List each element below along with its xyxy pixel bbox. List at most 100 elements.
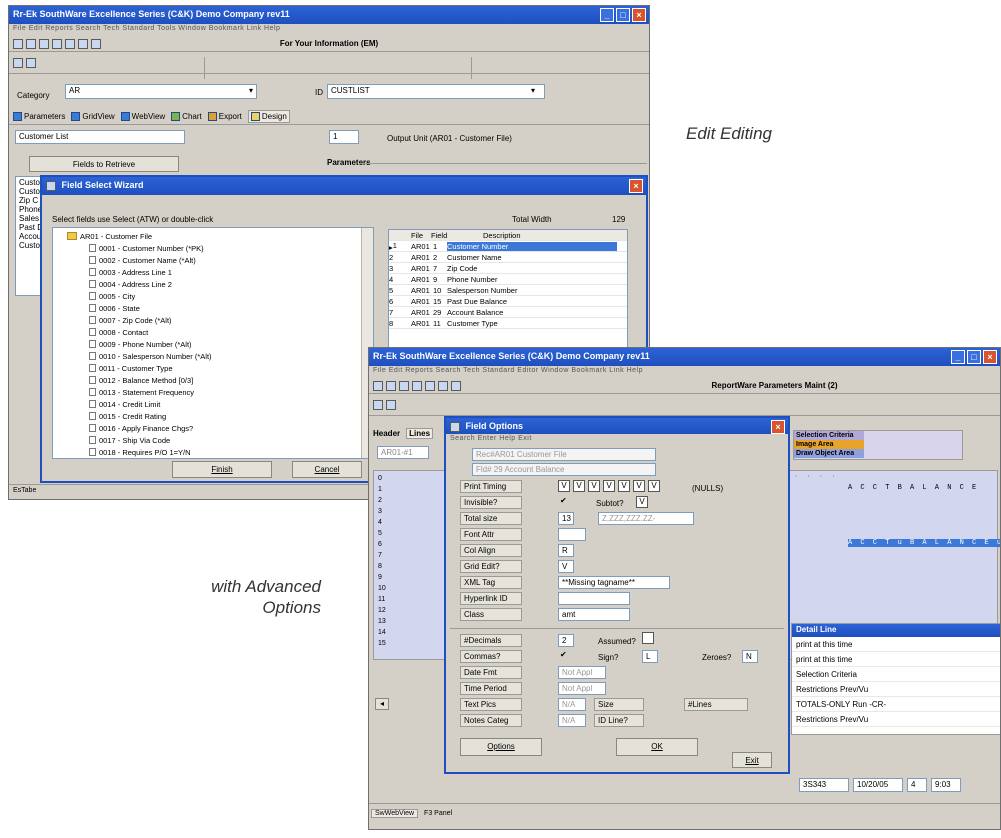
report-name-field[interactable]: Customer List [15,130,185,144]
detail-menu-item[interactable]: Selection Criteria [792,667,1000,682]
tab-export[interactable]: Export [207,112,242,121]
maximize-icon[interactable]: □ [967,350,981,364]
close-icon[interactable]: × [983,350,997,364]
id-select[interactable]: CUSTLIST [327,84,545,99]
tab-lines[interactable]: Lines [406,428,434,439]
field-options-titlebar[interactable]: Field Options × [446,418,788,434]
output-unit-number[interactable]: 1 [329,130,359,144]
print-timing-check[interactable]: V [558,480,570,492]
print-timing-check[interactable]: V [603,480,615,492]
field-tree[interactable]: AR01 - Customer File 0001 - Customer Num… [52,227,374,459]
dialog-menu[interactable]: Search Enter Help Exit [446,434,788,446]
tree-item[interactable]: 0013 - Statement Frequency [89,386,371,398]
wizard-titlebar[interactable]: Field Select Wizard × [42,177,646,195]
minimize-icon[interactable]: _ [951,350,965,364]
invisible-check[interactable]: ✔ [560,496,567,505]
detail-menu-item[interactable]: Restrictions Prev/Vu [792,682,1000,697]
exit-button[interactable]: Exit [732,752,772,768]
scroll-left-button[interactable]: ◂ [375,698,389,710]
notes-categ-field[interactable]: N/A [558,714,586,727]
tree-item[interactable]: 0003 - Address Line 1 [89,266,371,278]
detail-menu-item[interactable]: TOTALS-ONLY Run -CR- [792,697,1000,712]
print-timing-check[interactable]: V [588,480,600,492]
tab-header[interactable]: Header [373,429,400,438]
tree-item[interactable]: 0014 - Credit Limit [89,398,371,410]
tree-item[interactable]: 0017 - Ship Via Code [89,434,371,446]
tree-item[interactable]: 0007 - Zip Code (*Alt) [89,314,371,326]
print-timing-check[interactable]: V [648,480,660,492]
print-preview-icon[interactable] [26,57,36,68]
tab-chart[interactable]: Chart [171,112,202,121]
tree-item[interactable]: 0004 - Address Line 2 [89,278,371,290]
tab-swwebview[interactable]: SwWebView [371,809,419,818]
print-timing-check[interactable]: V [573,480,585,492]
maximize-icon[interactable]: □ [616,8,630,22]
grid-icon[interactable] [13,57,23,68]
tree-item[interactable]: 0015 - Credit Rating [89,410,371,422]
menu-bar[interactable]: File Edit Reports Search Tech Standard E… [369,366,1000,378]
col-align-field[interactable]: R [558,544,574,557]
chevron-down-icon[interactable]: ▾ [249,86,253,95]
detail-line-titlebar[interactable]: Detail Line [792,624,1000,637]
line-field[interactable]: AR01-#1 [377,446,429,459]
font-attr-field[interactable] [558,528,586,541]
minimize-icon[interactable]: _ [600,8,614,22]
tree-item[interactable]: 0011 - Customer Type [89,362,371,374]
tab-f3-panel[interactable]: F3 Panel [424,810,452,817]
close-icon[interactable]: × [629,179,643,193]
tree-item[interactable]: 0008 - Contact [89,326,371,338]
tree-item[interactable]: 0006 - State [89,302,371,314]
grid-icon[interactable] [373,399,383,410]
tree-item[interactable]: 0002 - Customer Name (*Alt) [89,254,371,266]
tree-item[interactable]: 0009 - Phone Number (*Alt) [89,338,371,350]
finish-button[interactable]: Finish [172,461,272,478]
decimals-field[interactable]: 2 [558,634,574,647]
parameters-window-titlebar[interactable]: Rr-Ek SouthWare Excellence Series (C&K) … [369,348,1000,366]
tree-item[interactable]: 0005 - City [89,290,371,302]
grid-row[interactable]: 4 AR01 9 Phone Number [389,274,627,285]
grid-edit-field[interactable]: V [558,560,574,573]
tree-item[interactable]: 0018 - Requires P/O 1=Y/N [89,446,371,458]
menu-bar[interactable]: File Edit Reports Search Tech Standard T… [9,24,649,36]
grid-row[interactable]: 6 AR01 15 Past Due Balance [389,296,627,307]
time-period-field[interactable]: Not Appl [558,682,606,695]
category-select[interactable]: AR [65,84,257,99]
subtot-check[interactable]: V [636,496,648,508]
zeroes-field[interactable]: N [742,650,758,663]
options-button[interactable]: Options [460,738,542,756]
tab-webview[interactable]: WebView [120,112,165,121]
tab-design[interactable]: Design [247,110,290,123]
close-icon[interactable]: × [632,8,646,22]
tree-root[interactable]: AR01 - Customer File [67,230,371,242]
ok-button[interactable]: OK [616,738,698,756]
tab-gridview[interactable]: GridView [71,112,115,121]
cancel-button[interactable]: Cancel [292,461,362,478]
tree-item[interactable]: 0016 - Apply Finance Chgs? [89,422,371,434]
detail-menu-item[interactable]: Restrictions Prev/Vu [792,712,1000,727]
tree-item[interactable]: 0010 - Salesperson Number (*Alt) [89,350,371,362]
tree-item[interactable]: 0012 - Balance Method [0/3] [89,374,371,386]
report-window-titlebar[interactable]: Rr-Ek SouthWare Excellence Series (C&K) … [9,6,649,24]
assumed-check[interactable] [642,632,654,644]
class-field[interactable]: amt [558,608,630,621]
print-timing-check[interactable]: V [618,480,630,492]
tab-parameters[interactable]: Parameters [13,112,65,121]
grid-row[interactable]: 7 AR01 29 Account Balance [389,307,627,318]
chevron-down-icon[interactable]: ▾ [531,86,535,95]
hyperlink-id-field[interactable] [558,592,630,605]
commas-check[interactable]: ✔ [560,650,567,659]
close-icon[interactable]: × [771,420,785,434]
tree-item[interactable]: 0001 - Customer Number (*PK) [89,242,371,254]
selected-fields-grid[interactable]: File Field Description ▸1 AR01 1 Customer N… [388,229,628,351]
text-pics-field[interactable]: N/A [558,698,586,711]
grid-row[interactable]: ▸1 AR01 1 Customer Number [389,241,627,252]
grid-row[interactable]: 2 AR01 2 Customer Name [389,252,627,263]
print-timing-check[interactable]: V [633,480,645,492]
total-size-field[interactable]: 13 [558,512,574,525]
date-fmt-field[interactable]: Not Appl [558,666,606,679]
grid-row[interactable]: 3 AR01 7 Zip Code [389,263,627,274]
fields-to-retrieve-button[interactable]: Fields to Retrieve [29,156,179,172]
grid-row[interactable]: 8 AR01 11 Customer Type [389,318,627,329]
grid-row[interactable]: 5 AR01 10 Salesperson Number [389,285,627,296]
detail-menu-item[interactable]: print at this time [792,637,1000,652]
